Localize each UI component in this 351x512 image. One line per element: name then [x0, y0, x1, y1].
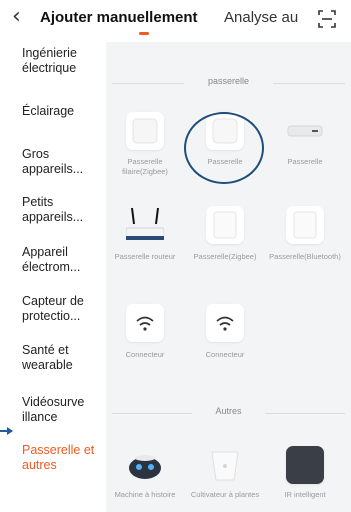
device-gateway-bar[interactable]: Passerelle [266, 112, 344, 182]
wifi-icon [206, 304, 244, 342]
device-router-gateway[interactable]: Passerelle routeur [106, 206, 184, 286]
chevron-left-icon[interactable]: ‹ [12, 5, 21, 29]
device-story-machine[interactable]: Machine à histoire [106, 446, 184, 512]
scan-icon[interactable] [317, 9, 337, 29]
tab-auto-scan[interactable]: Analyse au [224, 9, 304, 26]
sidebar-item-health[interactable]: Santé et wearable [22, 343, 106, 373]
device-connector-1[interactable]: Connecteur [106, 304, 184, 366]
device-bluetooth-gateway[interactable]: Passerelle(Bluetooth) [266, 206, 344, 286]
device-label: Connecteur [205, 350, 245, 359]
section-title: Autres [215, 406, 242, 416]
bluetooth-gateway-icon [286, 206, 324, 244]
router-icon [125, 206, 165, 244]
device-label: Passerelle(Zigbee) [193, 252, 257, 261]
zigbee-gateway-icon [206, 206, 244, 244]
sidebar-item-gateway-others[interactable]: Passerelle et autres [22, 443, 106, 473]
device-label: IR intelligent [284, 490, 326, 499]
ir-remote-icon [286, 446, 324, 484]
section-title: passerelle [207, 76, 250, 86]
gateway-bar-icon [286, 112, 324, 150]
device-label: Machine à histoire [114, 490, 176, 499]
category-sidebar: Ingénierie électrique Éclairage Gros app… [10, 42, 106, 512]
highlight-circle [184, 112, 264, 184]
device-label: Cultivateur à plantes [190, 490, 260, 499]
device-label: Passerelle filaire(Zigbee) [122, 157, 168, 176]
device-label: Passerelle(Bluetooth) [269, 252, 341, 261]
device-connector-2[interactable]: Connecteur [186, 304, 264, 366]
sidebar-item-electrical[interactable]: Ingénierie électrique [22, 46, 106, 76]
sidebar-item-small-appliances[interactable]: Petits appareils... [22, 195, 106, 225]
device-label: Passerelle routeur [114, 252, 176, 261]
section-header-others: Autres [112, 406, 345, 420]
sidebar-item-video[interactable]: Vidéosurve illance [22, 395, 106, 425]
device-plant-grower[interactable]: Cultivateur à plantes [186, 446, 264, 512]
sidebar-item-large-appliances[interactable]: Gros appareils... [22, 147, 106, 177]
sidebar-item-kitchen-appliances[interactable]: Appareil électrom... [22, 245, 106, 275]
sidebar-item-lighting[interactable]: Éclairage [22, 104, 106, 119]
annotation-pointer-arrow [7, 427, 13, 435]
sidebar-item-protection-sensor[interactable]: Capteur de protectio... [22, 294, 106, 324]
device-label: Connecteur [125, 350, 165, 359]
device-wired-gateway[interactable]: Passerelle filaire(Zigbee) [106, 112, 184, 182]
planter-icon [206, 446, 244, 484]
robot-icon [126, 446, 164, 484]
tab-indicator [139, 32, 149, 35]
section-header-gateway: passerelle [112, 76, 345, 90]
device-label: Passerelle [287, 157, 323, 166]
wired-gateway-icon [126, 112, 164, 150]
wifi-icon [126, 304, 164, 342]
device-ir-smart[interactable]: IR intelligent [266, 446, 344, 512]
top-bar: ‹ Ajouter manuellement Analyse au [0, 0, 351, 42]
tab-add-manually[interactable]: Ajouter manuellement [40, 9, 198, 26]
device-zigbee-gateway[interactable]: Passerelle(Zigbee) [186, 206, 264, 286]
